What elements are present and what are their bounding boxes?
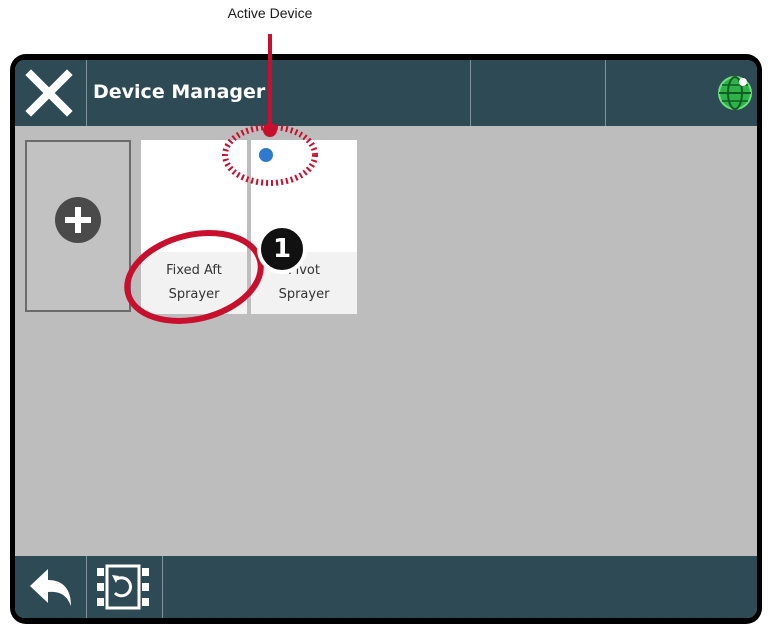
footer-divider [162, 556, 163, 618]
device-manager-screen: Device Manager Fixed Aft Sprayer Pivot S… [15, 60, 757, 618]
close-icon [25, 69, 73, 117]
header-divider [605, 60, 606, 126]
footer-bar [15, 556, 757, 618]
header-divider [470, 60, 471, 126]
device-label-line2: Sprayer [278, 287, 330, 302]
device-frame: Device Manager Fixed Aft Sprayer Pivot S… [10, 54, 762, 624]
device-label: Fixed Aft Sprayer [141, 259, 247, 307]
globe-button[interactable] [715, 73, 755, 113]
device-label-line2: Sprayer [168, 287, 220, 302]
active-indicator-dot [259, 148, 273, 162]
step-badge-number: 1 [272, 234, 292, 264]
add-device-button[interactable] [25, 140, 131, 312]
plus-icon [55, 197, 101, 243]
header-divider [86, 60, 87, 126]
active-device-callout-label: Active Device [227, 5, 313, 21]
header-bar: Device Manager [15, 60, 757, 126]
device-label-line1: Fixed Aft [166, 263, 222, 278]
device-tile-fixed-aft-sprayer[interactable]: Fixed Aft Sprayer [141, 140, 247, 314]
page-title: Device Manager [93, 81, 266, 103]
close-button[interactable] [15, 60, 83, 126]
switch-device-icon [97, 564, 149, 610]
globe-icon [718, 76, 752, 110]
back-arrow-icon [30, 569, 71, 606]
switch-device-button[interactable] [93, 562, 153, 612]
footer-divider [86, 556, 87, 618]
back-button[interactable] [21, 560, 81, 614]
